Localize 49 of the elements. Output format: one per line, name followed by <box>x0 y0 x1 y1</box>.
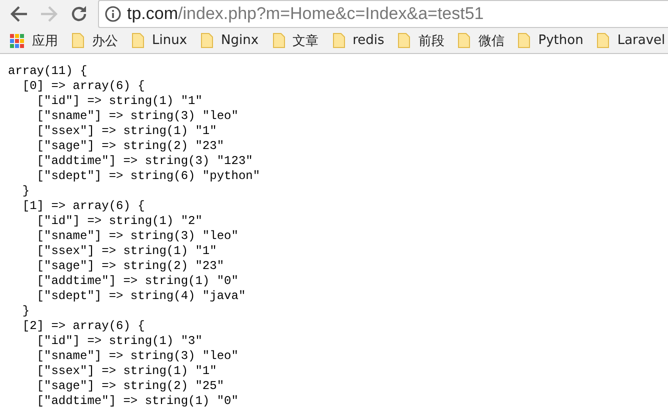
output-line: ["id"] => string(1) "3" <box>36 334 202 349</box>
bookmark-folder[interactable]: Linux <box>132 33 188 48</box>
output-line: ["addtime"] => string(1) "0" <box>36 394 238 407</box>
output-line: ["sdept"] => string(6) "python" <box>36 169 260 184</box>
output-line: ["addtime"] => string(3) "123" <box>36 154 253 169</box>
output-line: ["sage"] => string(2) "25" <box>36 379 224 394</box>
output-line: ["sage"] => string(2) "23" <box>36 259 224 274</box>
output-line: ["id"] => string(1) "1" <box>36 94 202 109</box>
bookmark-folder[interactable]: Laravel <box>597 33 666 48</box>
address-bar[interactable]: tp.com/index.php?m=Home&c=Index&a=test51 <box>98 0 668 28</box>
output-line: [0] => array(6) { <box>21 79 145 94</box>
output-line: ["sname"] => string(3) "leo" <box>36 229 238 244</box>
info-icon <box>105 6 121 22</box>
output-line: ["ssex"] => string(1) "1" <box>36 124 217 139</box>
back-arrow-icon <box>10 6 28 22</box>
forward-arrow-icon <box>40 6 58 22</box>
bookmark-folder[interactable]: 文章 <box>272 32 319 50</box>
folder-icon <box>597 33 610 48</box>
bookmark-folder[interactable]: Nginx <box>201 33 259 48</box>
output-line: ["sname"] => string(3) "leo" <box>36 109 238 124</box>
folder-icon <box>272 33 285 48</box>
bookmark-folder[interactable]: redis <box>332 33 384 48</box>
bookmark-folder[interactable]: Python <box>518 33 584 48</box>
reload-icon <box>70 5 88 23</box>
output-line: ["id"] => string(1) "2" <box>36 214 202 229</box>
bookmark-folder[interactable]: 办公 <box>72 32 118 50</box>
bookmark-folder[interactable]: 微信 <box>458 32 504 50</box>
output-line: array(11) { <box>8 64 88 79</box>
output-line: ["sage"] => string(2) "23" <box>36 139 224 154</box>
folder-icon <box>132 33 144 48</box>
folder-icon <box>518 33 530 48</box>
output-line: } <box>21 304 30 319</box>
output-line: } <box>21 184 30 199</box>
folder-icon <box>72 33 84 48</box>
output-line: [2] => array(6) { <box>21 319 145 334</box>
bookmark-folder[interactable]: 前段 <box>398 32 444 50</box>
output-line: ["addtime"] => string(1) "0" <box>36 274 238 289</box>
output-line: ["ssex"] => string(1) "1" <box>36 244 217 259</box>
output-line: ["sname"] => string(3) "leo" <box>36 349 238 364</box>
folder-icon <box>458 33 470 48</box>
apps-grid-icon <box>10 34 24 48</box>
folder-icon <box>201 33 214 48</box>
folder-icon <box>398 33 410 48</box>
apps-bookmark[interactable]: 应用 <box>10 32 58 50</box>
output-line: [1] => array(6) { <box>21 199 145 214</box>
output-line: ["ssex"] => string(1) "1" <box>36 364 217 379</box>
output-line: ["sdept"] => string(4) "java" <box>36 289 246 304</box>
folder-icon <box>332 33 345 48</box>
url-text: tp.com/index.php?m=Home&c=Index&a=test51 <box>127 4 484 24</box>
